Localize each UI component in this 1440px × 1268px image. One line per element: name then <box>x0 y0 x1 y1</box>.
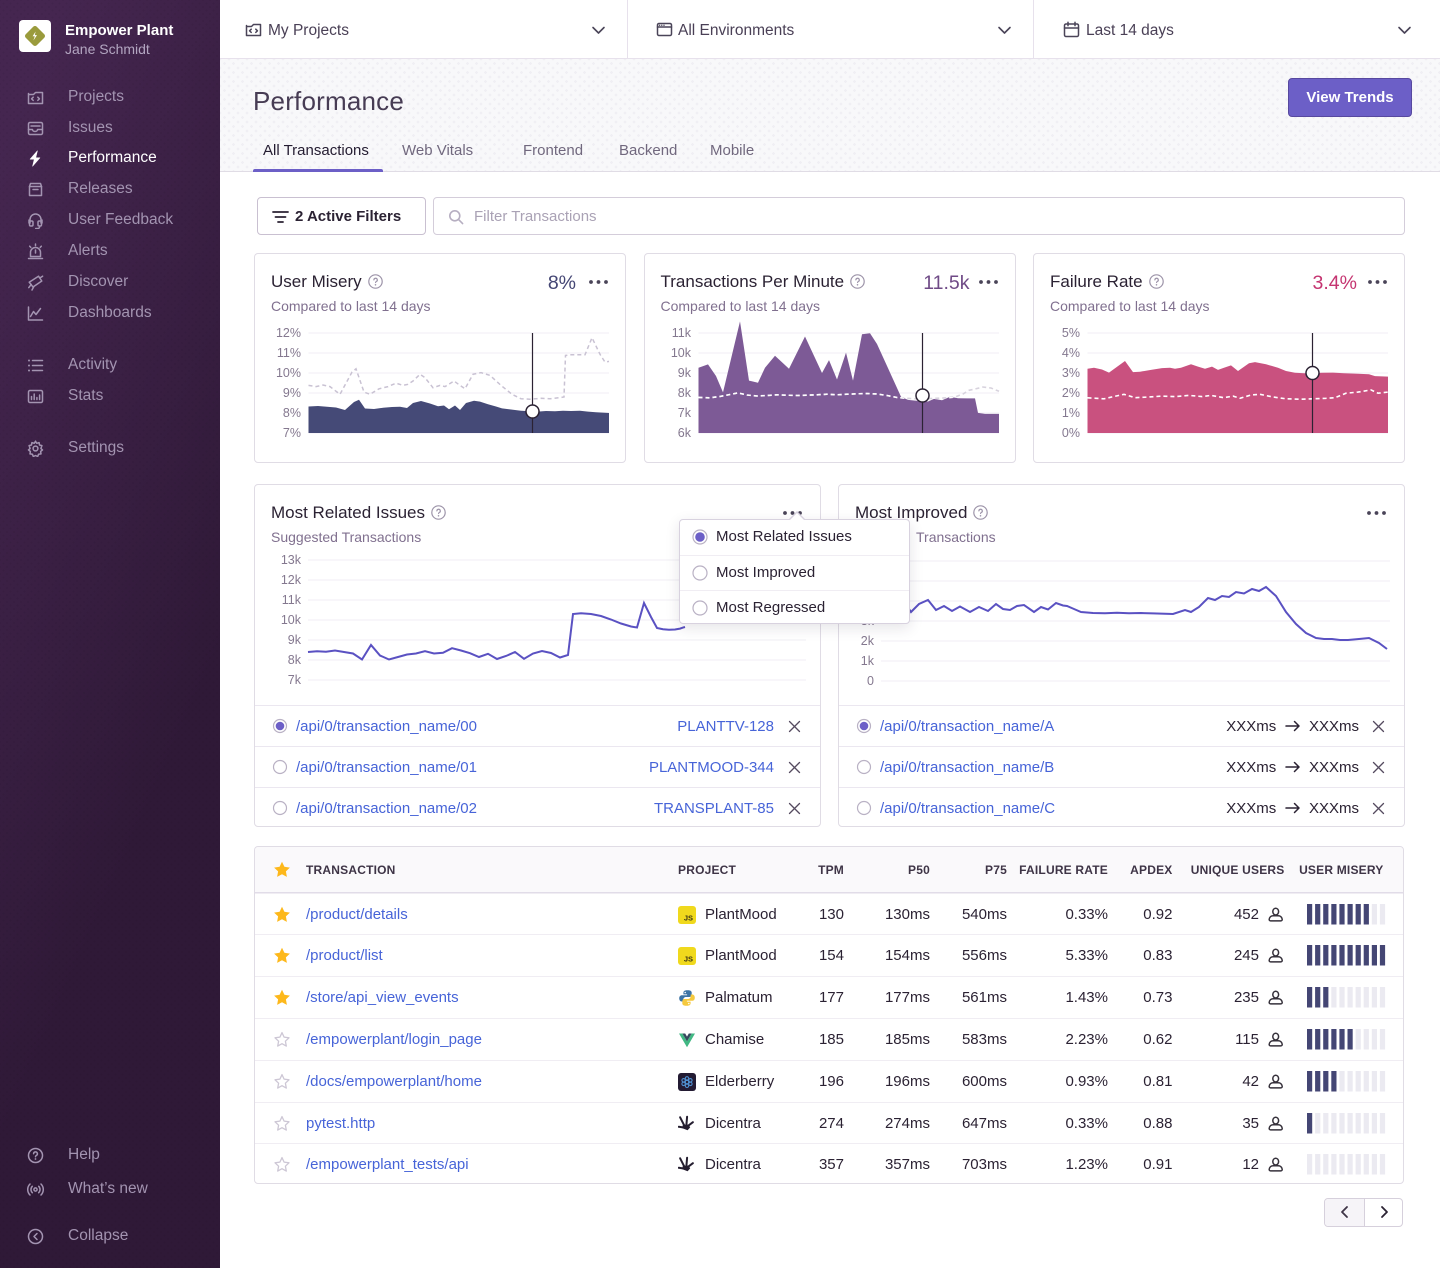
svg-text:10k: 10k <box>670 346 691 360</box>
svg-text:JS: JS <box>684 913 693 922</box>
svg-text:2k: 2k <box>861 634 875 648</box>
svg-text:6k: 6k <box>677 426 691 440</box>
svg-text:4%: 4% <box>1062 346 1080 360</box>
svg-text:11%: 11% <box>277 346 301 360</box>
svg-text:11k: 11k <box>282 593 302 607</box>
svg-text:0: 0 <box>867 674 874 688</box>
svg-text:7k: 7k <box>677 406 691 420</box>
svg-text:1k: 1k <box>861 654 875 668</box>
svg-text:7%: 7% <box>283 426 301 440</box>
svg-text:JS: JS <box>684 955 693 964</box>
svg-text:7k: 7k <box>288 673 302 687</box>
svg-text:1%: 1% <box>1062 406 1080 420</box>
svg-text:5%: 5% <box>1062 326 1080 340</box>
svg-text:10k: 10k <box>281 613 302 627</box>
svg-text:3%: 3% <box>1062 366 1080 380</box>
svg-text:9%: 9% <box>283 386 301 400</box>
svg-text:10%: 10% <box>276 366 301 380</box>
svg-text:8%: 8% <box>283 406 301 420</box>
svg-text:2%: 2% <box>1062 386 1080 400</box>
svg-text:8k: 8k <box>677 386 691 400</box>
svg-text:8k: 8k <box>288 653 302 667</box>
svg-text:13k: 13k <box>281 553 302 567</box>
svg-text:9k: 9k <box>288 633 302 647</box>
svg-text:9k: 9k <box>677 366 691 380</box>
svg-text:12k: 12k <box>281 573 302 587</box>
svg-text:12%: 12% <box>276 326 301 340</box>
svg-text:11k: 11k <box>671 326 691 340</box>
svg-text:0%: 0% <box>1062 426 1080 440</box>
